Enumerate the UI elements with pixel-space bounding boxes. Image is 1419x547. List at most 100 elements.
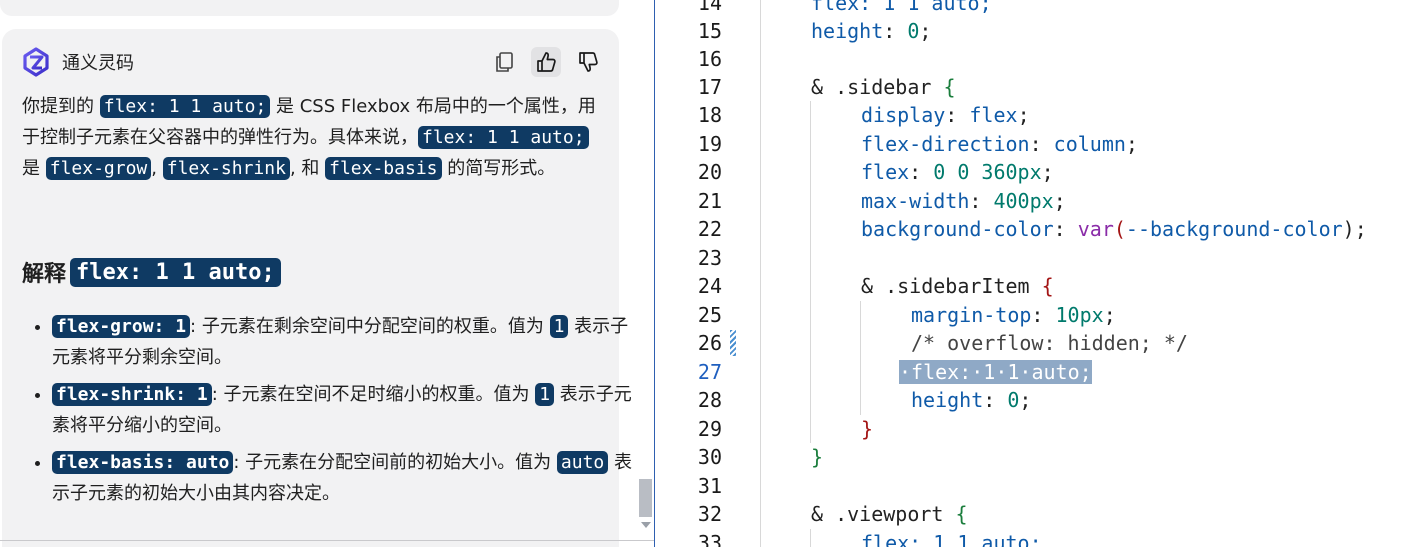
line-number: 29	[697, 417, 722, 441]
line-number: 14	[697, 0, 722, 15]
text: : 子元素在空间不足时缩小的权重。值为	[211, 384, 536, 405]
punct: ;	[1103, 303, 1116, 327]
divider	[0, 540, 654, 541]
punct: :	[1053, 217, 1078, 241]
modified-line-indicator	[730, 330, 736, 356]
css-property: height	[811, 19, 884, 43]
chat-panel: 通义灵码 你提到的 flex: 1 1 auto; 是 CSS Flexbox …	[0, 0, 654, 547]
code-line: & .sidebar {	[811, 73, 956, 101]
code-comment: /* overflow: hidden; */	[911, 331, 1188, 355]
text: 是	[22, 158, 46, 179]
punct: :	[983, 388, 1008, 412]
intro-paragraph: 你提到的 flex: 1 1 auto; 是 CSS Flexbox 布局中的一…	[22, 91, 604, 184]
line-number: 32	[697, 502, 722, 526]
line-number: 30	[697, 445, 722, 469]
copy-button[interactable]	[489, 47, 519, 77]
punct: :	[1031, 303, 1056, 327]
line-number: 15	[697, 19, 722, 43]
css-property: background-color	[861, 217, 1054, 241]
text: : 子元素在分配空间前的初始大小。值为	[233, 452, 557, 473]
thumbs-down-button[interactable]	[573, 47, 603, 77]
code-editor[interactable]: 14 15 16 17 18 19 20 21 22 23 24 25 26 2…	[654, 0, 1419, 547]
paren: (	[1113, 217, 1126, 241]
code-line: & .sidebarItem {	[861, 272, 1054, 300]
line-number: 33	[697, 531, 722, 547]
list-item: flex-grow: 1: 子元素在剩余空间中分配空间的权重。值为 1 表示子元…	[52, 311, 634, 373]
line-number: 25	[697, 303, 722, 327]
code-line: margin-top: 10px;	[911, 301, 1116, 329]
line-number: 23	[697, 246, 722, 270]
punct: :	[909, 160, 934, 184]
line-number: 19	[697, 132, 722, 156]
line-number: 16	[697, 47, 722, 71]
line-number: 20	[697, 160, 722, 184]
code-line: flex: 0 0 360px;	[861, 158, 1054, 186]
css-value: flex	[969, 103, 1018, 127]
indent-guide	[810, 529, 811, 547]
assistant-message-card: 通义灵码 你提到的 flex: 1 1 auto; 是 CSS Flexbox …	[2, 29, 632, 547]
line-number: 21	[697, 189, 722, 213]
css-value: 0	[907, 19, 920, 43]
punct: ;	[1017, 103, 1030, 127]
text: 的简写形式。	[441, 158, 556, 179]
css-property: margin-top	[911, 303, 1032, 327]
css-value: 0	[1007, 388, 1020, 412]
code-line: flex: 1 1 auto;	[861, 531, 1042, 547]
assistant-header: 通义灵码	[20, 47, 134, 77]
text: : 子元素在剩余空间中分配空间的权重。值为	[190, 316, 550, 337]
code-line: & .viewport {	[811, 500, 968, 528]
indent-guide	[760, 0, 761, 547]
code-line: flex-direction: column;	[861, 130, 1138, 158]
closing-brace: }	[811, 445, 824, 469]
chat-scrollbar[interactable]	[639, 0, 654, 547]
assistant-name: 通义灵码	[62, 53, 134, 74]
selection-highlight[interactable]: ·flex:·1·1·auto;	[899, 360, 1092, 384]
thumbs-up-button[interactable]	[531, 47, 561, 77]
css-selector: & .sidebar	[811, 75, 944, 99]
brace: {	[943, 75, 956, 99]
line-number: 26	[697, 331, 722, 355]
css-selector: & .sidebarItem	[861, 274, 1042, 298]
punct: ;	[919, 19, 932, 43]
line-number: 24	[697, 274, 722, 298]
text: , 和	[289, 158, 326, 179]
css-function: var	[1077, 217, 1114, 241]
css-value: 10px	[1055, 303, 1104, 327]
code-line: background-color: var(--background-color…	[861, 215, 1367, 243]
thumbs-down-icon	[579, 52, 598, 72]
line-number: 22	[697, 217, 722, 241]
line-number-current: 27	[697, 360, 722, 384]
code-line-selected[interactable]: ·flex:·1·1·auto;	[899, 358, 1092, 386]
text: 你提到的	[22, 96, 100, 117]
css-value: column	[1053, 132, 1126, 156]
inline-code: 1	[535, 383, 555, 406]
scrollbar-thumb[interactable]	[639, 479, 652, 517]
inline-code: flex-shrink	[162, 157, 290, 180]
css-property: display	[861, 103, 946, 127]
css-value: 400px	[993, 189, 1054, 213]
code-line: max-width: 400px;	[861, 187, 1066, 215]
code-line: flex: 1 1 auto;	[811, 0, 992, 15]
punct: :	[969, 189, 994, 213]
list-item: flex-basis: auto: 子元素在分配空间前的初始大小。值为 auto…	[52, 447, 634, 509]
scroll-down-arrow-icon[interactable]	[641, 522, 651, 528]
text: ,	[151, 158, 163, 179]
punct: ;	[1041, 160, 1054, 184]
inline-code: flex-grow: 1	[52, 315, 191, 338]
line-number: 18	[697, 103, 722, 127]
inline-code: flex-basis: auto	[52, 451, 234, 474]
copy-icon	[496, 52, 513, 72]
inline-code: flex-basis	[325, 157, 442, 180]
tongyi-logo-icon	[20, 46, 52, 78]
line-number: 31	[697, 474, 722, 498]
section-heading: 解释 flex: 1 1 auto;	[22, 254, 604, 290]
css-property: flex-direction	[861, 132, 1030, 156]
css-selector: & .viewport	[811, 502, 956, 526]
list-item: flex-shrink: 1: 子元素在空间不足时缩小的权重。值为 1 表示子元…	[52, 379, 634, 441]
css-property: max-width	[861, 189, 970, 213]
code-line: height: 0;	[911, 386, 1031, 414]
inline-code: flex-shrink: 1	[52, 383, 212, 406]
punct: :	[945, 103, 970, 127]
css-variable: --background-color	[1125, 217, 1343, 241]
line-number: 17	[697, 75, 722, 99]
